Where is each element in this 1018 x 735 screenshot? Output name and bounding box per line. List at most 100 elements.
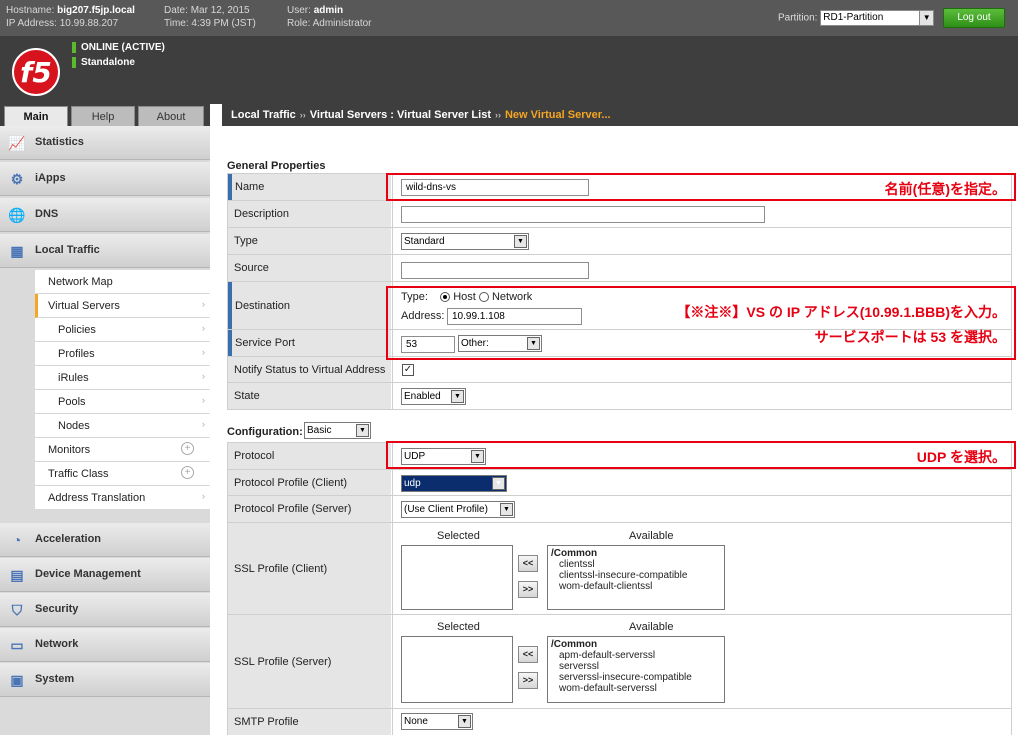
notify-label: Notify Status to Virtual Address (228, 357, 391, 382)
ssl-profile-server-cell: Selected Available << >> /Common apm-def… (392, 615, 1011, 708)
protocol-profile-server-select[interactable]: (Use Client Profile) ▼ (401, 501, 515, 518)
status-standalone-text: Standalone (81, 57, 135, 69)
sidebar-item-label: Security (35, 603, 79, 615)
user-value: admin (313, 5, 344, 16)
type-label: Type (228, 228, 391, 254)
breadcrumb-current: New Virtual Server... (504, 109, 611, 121)
annotation-destination-text-1: 【※注※】VS の IP アドレス(10.99.1.BBB)を入力。 (676, 304, 1006, 320)
list-item[interactable]: wom-default-serverssl (551, 683, 721, 694)
sidebar-item-label: Network Map (48, 276, 113, 288)
type-select[interactable]: Standard ▼ (401, 233, 529, 250)
breadcrumb-separator: ›› (494, 110, 501, 120)
list-item[interactable]: wom-default-clientssl (551, 581, 721, 592)
chevron-right-icon: › (202, 323, 205, 333)
sidebar-item-irules[interactable]: iRules › (35, 366, 210, 390)
sidebar-item-label: Profiles (58, 348, 95, 360)
source-label: Source (228, 255, 391, 281)
sidebar-item-profiles[interactable]: Profiles › (35, 342, 210, 366)
sidebar-item-security[interactable]: ⛉ Security (0, 593, 210, 627)
ip-label: IP Address: (6, 18, 57, 29)
add-icon[interactable]: + (181, 442, 194, 455)
source-input[interactable] (401, 262, 589, 279)
chevron-down-icon: ▼ (492, 477, 505, 490)
breadcrumb-local-traffic[interactable]: Local Traffic (231, 109, 296, 121)
tab-about[interactable]: About (138, 106, 204, 126)
row-notify: Notify Status to Virtual Address ✓ (227, 357, 1012, 383)
add-icon[interactable]: + (181, 466, 194, 479)
smtp-profile-cell: None ▼ (392, 709, 1011, 735)
sidebar-item-nodes[interactable]: Nodes › (35, 414, 210, 438)
sidebar-item-label: Address Translation (48, 492, 146, 504)
ssl-client-move-right-button[interactable]: >> (518, 581, 538, 598)
protocol-profile-client-cell: udp ▼ (392, 470, 1011, 495)
sidebar-item-iapps[interactable]: ⚙ iApps (0, 162, 210, 196)
date-label: Date: (164, 5, 188, 16)
sidebar-item-label: Traffic Class (48, 468, 109, 480)
hostname-value: big207.f5jp.local (57, 5, 135, 16)
sidebar: 📈 Statistics ⚙ iApps 🌐 DNS ▦ Local Traffic N… (0, 126, 210, 735)
sidebar-item-statistics[interactable]: 📈 Statistics (0, 126, 210, 160)
ssl-server-selected-heading: Selected (437, 621, 480, 633)
protocol-profile-client-select[interactable]: udp ▼ (401, 475, 507, 492)
sidebar-item-acceleration[interactable]: ◔ Acceleration (0, 523, 210, 557)
sidebar-item-dns[interactable]: 🌐 DNS (0, 198, 210, 232)
configuration-select[interactable]: Basic ▼ (304, 422, 371, 439)
list-item[interactable]: apm-default-serverssl (551, 650, 721, 661)
sidebar-item-monitors[interactable]: Monitors + (35, 438, 210, 462)
status-online-text: ONLINE (ACTIVE) (81, 42, 165, 54)
protocol-label: Protocol (228, 443, 391, 469)
list-item[interactable]: serverssl (551, 661, 721, 672)
sidebar-item-system[interactable]: ▣ System (0, 663, 210, 697)
ssl-server-move-right-button[interactable]: >> (518, 672, 538, 689)
partition-dropdown[interactable]: RD1-Partition ▼ (820, 10, 935, 26)
chevron-down-icon: ▼ (451, 390, 464, 403)
notify-checkbox[interactable]: ✓ (402, 364, 414, 376)
description-input[interactable] (401, 206, 765, 223)
sidebar-item-address-translation[interactable]: Address Translation › (35, 486, 210, 510)
breadcrumb: Local Traffic ›› Virtual Servers : Virtual… (222, 104, 1018, 126)
breadcrumb-separator: ›› (299, 110, 306, 120)
configuration-heading: Configuration: (227, 426, 303, 438)
breadcrumb-virtual-server-list[interactable]: Virtual Servers : Virtual Server List (310, 109, 491, 121)
smtp-profile-select[interactable]: None ▼ (401, 713, 473, 730)
chevron-right-icon: › (202, 371, 205, 381)
tab-help[interactable]: Help (71, 106, 135, 126)
time-label: Time: (164, 18, 189, 29)
protocol-profile-client-label: Protocol Profile (Client) (228, 470, 391, 495)
sidebar-item-device-management[interactable]: ▤ Device Management (0, 558, 210, 592)
hostname-label: Hostname: (6, 5, 55, 16)
date-value: Mar 12, 2015 (190, 5, 250, 16)
ssl-client-selected-list[interactable] (401, 545, 513, 610)
ssl-client-move-left-button[interactable]: << (518, 555, 538, 572)
annotation-protocol-text: UDP を選択。 (916, 449, 1006, 465)
list-item[interactable]: serverssl-insecure-compatible (551, 672, 721, 683)
row-ssl-profile-client: SSL Profile (Client) Selected Available … (227, 523, 1012, 615)
ssl-server-move-left-button[interactable]: << (518, 646, 538, 663)
protocol-profile-server-cell: (Use Client Profile) ▼ (392, 496, 1011, 522)
sidebar-item-label: Monitors (48, 444, 91, 456)
sidebar-item-network[interactable]: ▭ Network (0, 628, 210, 662)
ssl-profile-client-cell: Selected Available << >> /Common clients… (392, 523, 1011, 614)
sidebar-item-local-traffic[interactable]: ▦ Local Traffic (0, 234, 210, 268)
configuration-label: Configuration: (227, 426, 303, 438)
tab-main[interactable]: Main (4, 106, 68, 126)
chevron-right-icon: › (202, 347, 205, 357)
list-item[interactable]: clientssl-insecure-compatible (551, 570, 721, 581)
ssl-client-available-list[interactable]: /Common clientssl clientssl-insecure-com… (547, 545, 725, 610)
list-item[interactable]: clientssl (551, 559, 721, 570)
state-select[interactable]: Enabled ▼ (401, 388, 466, 405)
sidebar-item-network-map[interactable]: Network Map (35, 270, 210, 294)
sidebar-item-label: Network (35, 638, 79, 650)
description-label: Description (228, 201, 391, 227)
row-protocol-profile-client: Protocol Profile (Client) udp ▼ (227, 470, 1012, 496)
role-label: Role: (287, 18, 311, 29)
sidebar-item-pools[interactable]: Pools › (35, 390, 210, 414)
logout-button[interactable]: Log out (943, 8, 1005, 28)
sidebar-item-traffic-class[interactable]: Traffic Class + (35, 462, 210, 486)
sidebar-item-policies[interactable]: Policies › (35, 318, 210, 342)
ssl-server-available-list[interactable]: /Common apm-default-serverssl serverssl … (547, 636, 725, 703)
state-label: State (228, 383, 391, 409)
f5-logo[interactable]: f5 (12, 48, 60, 96)
sidebar-item-virtual-servers[interactable]: Virtual Servers › (35, 294, 210, 318)
ssl-server-selected-list[interactable] (401, 636, 513, 703)
